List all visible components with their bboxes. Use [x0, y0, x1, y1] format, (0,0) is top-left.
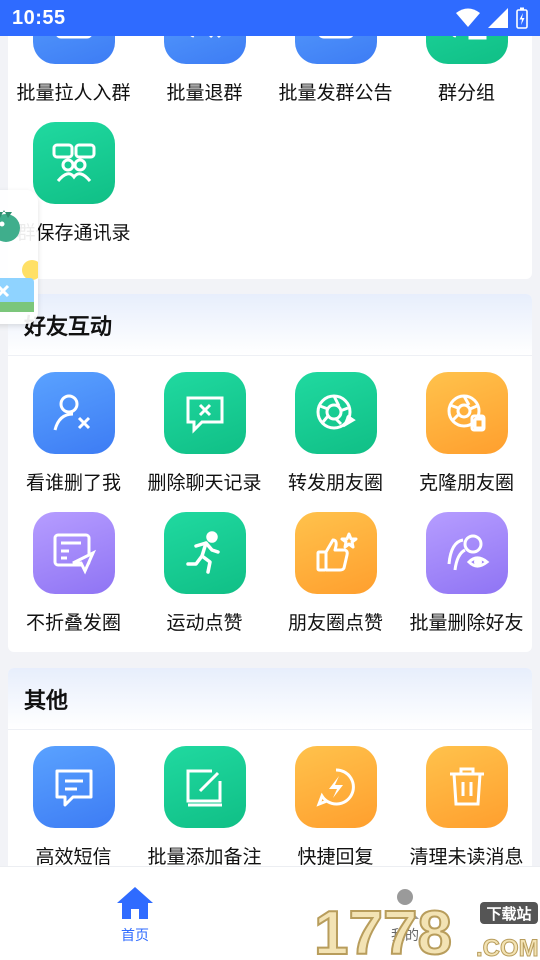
other-card: 其他 高效短信 批量添加备注 快捷回复 清理未读消息	[8, 668, 532, 866]
watermark-sub: .COM	[476, 935, 539, 960]
tool-efficient-sms[interactable]: 高效短信	[8, 730, 139, 866]
system-icons	[456, 7, 528, 29]
tool-clear-unread[interactable]: 清理未读消息	[401, 730, 532, 866]
tool-sports-like[interactable]: 运动点赞	[139, 496, 270, 636]
main-scroll[interactable]: 批量拉人入群 批量退群 批量发群公告 群分组 群保存通讯录 好友互动 看谁删了我…	[0, 36, 540, 866]
clone-moments-icon	[425, 372, 508, 454]
tool-label: 不折叠发圈	[25, 613, 121, 634]
battery-icon	[516, 7, 528, 29]
tool-batch-announcement[interactable]: 批量发群公告	[270, 36, 401, 106]
tool-label: 高效短信	[35, 847, 112, 866]
contacts-save-icon	[32, 122, 115, 204]
tool-group-category[interactable]: 群分组	[401, 36, 532, 106]
status-bar: 10:55	[0, 0, 540, 36]
friends-card: 好友互动 看谁删了我 删除聊天记录 转发朋友圈 克隆朋友圈 不折叠发圈 运动点赞…	[8, 294, 532, 652]
group-tools-card: 批量拉人入群 批量退群 批量发群公告 群分组 群保存通讯录	[8, 36, 532, 279]
tool-batch-invite[interactable]: 批量拉人入群	[8, 36, 139, 106]
thumbs-up-icon	[294, 512, 377, 594]
tool-label: 群分组	[437, 83, 495, 104]
friends-grid: 看谁删了我 删除聊天记录 转发朋友圈 克隆朋友圈 不折叠发圈 运动点赞 朋友圈点…	[8, 356, 532, 636]
other-grid: 高效短信 批量添加备注 快捷回复 清理未读消息	[8, 730, 532, 866]
tool-label: 运动点赞	[166, 613, 243, 634]
site-watermark: 1778 下载站 .COM	[312, 896, 540, 960]
assistant-avatar-icon	[0, 210, 38, 312]
trash-icon	[425, 746, 508, 828]
group-tools-row-1: 批量拉人入群 批量退群 批量发群公告 群分组	[8, 36, 532, 106]
tool-label: 快捷回复	[297, 847, 374, 866]
nav-home[interactable]: 首页	[0, 867, 270, 960]
tool-batch-exit[interactable]: 批量退群	[139, 36, 270, 106]
tool-batch-remark[interactable]: 批量添加备注	[139, 730, 270, 866]
tool-label: 批量添加备注	[147, 847, 262, 866]
tool-label: 转发朋友圈	[287, 473, 383, 494]
tool-label: 看谁删了我	[25, 473, 121, 494]
tool-label: 批量删除好友	[409, 613, 524, 634]
forward-moments-icon	[294, 372, 377, 454]
section-title: 其他	[24, 687, 69, 713]
group-add-icon	[32, 36, 115, 64]
tool-label: 清理未读消息	[409, 847, 524, 866]
tool-moments-like[interactable]: 朋友圈点赞	[270, 496, 401, 636]
sms-icon	[32, 746, 115, 828]
tool-clone-moments[interactable]: 克隆朋友圈	[401, 356, 532, 496]
signal-icon	[488, 8, 508, 28]
send-moments-icon	[32, 512, 115, 594]
tool-quick-reply[interactable]: 快捷回复	[270, 730, 401, 866]
delete-chat-icon	[163, 372, 246, 454]
running-icon	[163, 512, 246, 594]
status-time: 10:55	[12, 6, 66, 29]
tool-batch-delete-friends[interactable]: 批量删除好友	[401, 496, 532, 636]
remove-friends-icon	[425, 512, 508, 594]
nav-home-label: 首页	[121, 927, 149, 943]
tool-forward-moments[interactable]: 转发朋友圈	[270, 356, 401, 496]
group-exit-icon	[163, 36, 246, 64]
group-tools-row-2: 群保存通讯录	[8, 106, 532, 246]
tool-delete-chat[interactable]: 删除聊天记录	[139, 356, 270, 496]
watermark-main: 1778	[314, 899, 452, 960]
tool-label: 删除聊天记录	[147, 473, 262, 494]
tool-no-fold-post[interactable]: 不折叠发圈	[8, 496, 139, 636]
user-deleted-icon	[32, 372, 115, 454]
friends-card-header: 好友互动	[8, 294, 532, 356]
edit-note-icon	[163, 746, 246, 828]
tool-label: 朋友圈点赞	[287, 613, 383, 634]
group-category-icon	[425, 36, 508, 64]
other-card-header: 其他	[8, 668, 532, 730]
tool-label: 批量拉人入群	[16, 83, 131, 104]
tool-label: 批量发群公告	[278, 83, 393, 104]
tool-label: 克隆朋友圈	[418, 473, 514, 494]
wifi-icon	[456, 8, 480, 27]
announcement-icon	[294, 36, 377, 64]
tool-who-deleted-me[interactable]: 看谁删了我	[8, 356, 139, 496]
floating-assistant[interactable]	[0, 190, 38, 324]
tool-label: 批量退群	[166, 83, 243, 104]
quick-reply-icon	[294, 746, 377, 828]
watermark-tag: 下载站	[486, 905, 531, 923]
home-icon	[117, 887, 153, 919]
